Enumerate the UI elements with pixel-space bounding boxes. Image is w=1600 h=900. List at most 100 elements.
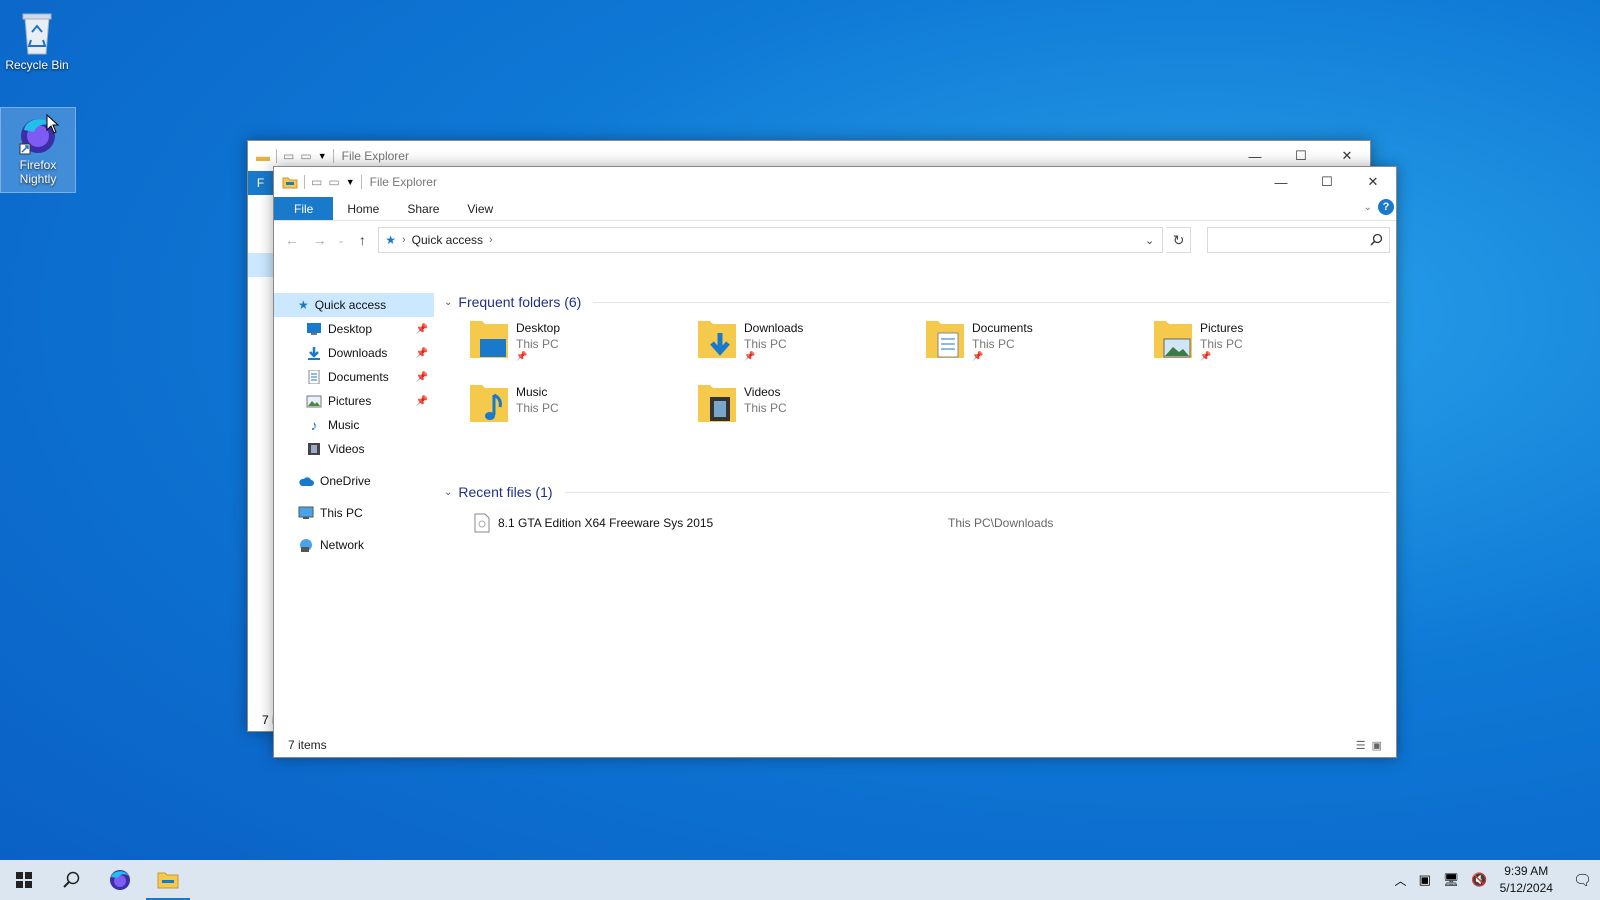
folder-tile-downloads[interactable]: Downloads This PC 📌 [696, 317, 924, 381]
folder-location: This PC [516, 401, 559, 415]
properties-icon[interactable]: ▭ [311, 175, 322, 189]
chevron-down-icon[interactable]: ⌄ [444, 297, 452, 308]
mouse-cursor-icon [46, 114, 60, 134]
minimize-button[interactable]: — [1258, 167, 1304, 197]
chevron-down-icon[interactable]: ▼ [318, 151, 327, 161]
nav-item-pictures[interactable]: Pictures 📌 [274, 389, 434, 413]
folder-name: Desktop [516, 321, 561, 335]
desktop-icon-firefox-nightly[interactable]: Firefox Nightly [0, 107, 76, 193]
frequent-folders-header[interactable]: ⌄ Frequent folders (6) [444, 291, 1396, 313]
new-folder-icon[interactable]: ▭ [300, 149, 311, 163]
nav-item-downloads[interactable]: Downloads 📌 [274, 341, 434, 365]
recent-locations-button[interactable]: ⌄ [336, 227, 347, 253]
clock[interactable]: 9:39 AM 5/12/2024 [1500, 863, 1553, 897]
status-bar: 7 items ☰ ▣ [274, 733, 1396, 757]
pin-icon: 📌 [744, 351, 756, 361]
firefox-nightly-label: Firefox Nightly [19, 158, 57, 186]
nav-item-videos[interactable]: Videos [274, 437, 434, 461]
folder-tile-desktop[interactable]: Desktop This PC 📌 [468, 317, 696, 381]
maximize-button[interactable]: ☐ [1304, 167, 1350, 197]
recent-file-path: This PC\Downloads [948, 516, 1054, 530]
folder-location: This PC [1200, 337, 1243, 351]
nav-item-onedrive[interactable]: OneDrive [274, 469, 434, 493]
recent-files-title: Recent files (1) [458, 484, 553, 500]
address-dropdown-icon[interactable]: ⌄ [1145, 234, 1154, 247]
close-button[interactable]: ✕ [1350, 167, 1396, 197]
nav-item-music[interactable]: ♪ Music [274, 413, 434, 437]
breadcrumb-separator-icon[interactable]: › [402, 234, 406, 246]
music-icon: ♪ [310, 417, 318, 433]
chevron-down-icon[interactable]: ⌄ [444, 487, 452, 498]
tab-file-back[interactable]: F [248, 171, 273, 195]
file-icon [474, 513, 490, 533]
folder-tile-pictures[interactable]: Pictures This PC 📌 [1152, 317, 1380, 381]
breadcrumb-quick-access[interactable]: Quick access [412, 233, 483, 247]
content-pane: ⌄ Frequent folders (6) Desktop This PC 📌 D… [434, 285, 1396, 733]
title-bar[interactable]: ▭ ▭ ▼ File Explorer — ☐ ✕ [274, 167, 1396, 197]
chevron-down-icon[interactable]: ▼ [346, 177, 355, 187]
nav-item-network[interactable]: Network [274, 533, 434, 557]
recent-files-header[interactable]: ⌄ Recent files (1) [444, 481, 1396, 503]
properties-icon[interactable]: ▭ [283, 149, 294, 163]
search-box[interactable] [1207, 227, 1390, 253]
file-explorer-icon [157, 872, 179, 889]
tab-file[interactable]: File [274, 197, 334, 220]
search-input[interactable] [1208, 228, 1379, 252]
meet-now-icon[interactable]: ▣ [1419, 872, 1431, 888]
forward-button[interactable]: → [308, 227, 332, 253]
help-icon[interactable]: ? [1378, 199, 1394, 215]
nav-item-label: Documents [328, 370, 389, 384]
address-bar[interactable]: ★ › Quick access › ⌄ [378, 227, 1164, 253]
nav-item-label: This PC [320, 506, 363, 520]
frequent-folders-grid: Desktop This PC 📌 Downloads This PC 📌 Docume… [444, 317, 1396, 445]
folder-name: Pictures [1200, 321, 1244, 335]
volume-muted-icon[interactable]: 🔇 [1471, 872, 1487, 888]
pin-icon: 📌 [1200, 351, 1212, 361]
recent-file-name: 8.1 GTA Edition X64 Freeware Sys 2015 [498, 516, 714, 530]
up-button[interactable]: ↑ [350, 227, 374, 253]
cloud-icon [299, 477, 314, 486]
tab-view[interactable]: View [453, 197, 507, 220]
details-view-icon[interactable]: ☰ [1356, 739, 1366, 752]
pictures-folder-icon [1154, 321, 1192, 358]
list-item[interactable]: 8.1 GTA Edition X64 Freeware Sys 2015 Th… [444, 511, 1396, 535]
new-folder-icon[interactable]: ▭ [328, 175, 339, 189]
chevron-up-icon[interactable]: ︿ [1395, 872, 1407, 889]
nav-item-documents[interactable]: Documents 📌 [274, 365, 434, 389]
start-button[interactable] [0, 860, 48, 900]
nav-item-desktop[interactable]: Desktop 📌 [274, 317, 434, 341]
ribbon: File Home Share View ⌄ ? [274, 197, 1396, 221]
folder-name: Downloads [744, 321, 804, 335]
pin-icon: 📌 [516, 351, 528, 361]
folder-tile-music[interactable]: Music This PC [468, 381, 696, 445]
quick-access-star-icon: ★ [385, 233, 396, 247]
large-icons-view-icon[interactable]: ▣ [1372, 739, 1382, 752]
folder-tile-documents[interactable]: Documents This PC 📌 [924, 317, 1152, 381]
firefox-nightly-icon [110, 870, 130, 890]
folder-name: Videos [744, 385, 781, 399]
refresh-button[interactable]: ↻ [1167, 227, 1192, 253]
pin-icon: 📌 [415, 323, 428, 335]
network-icon[interactable]: 🖥 [1443, 872, 1460, 888]
search-button[interactable] [48, 860, 96, 900]
taskbar-firefox-nightly[interactable] [96, 860, 144, 900]
notifications-icon[interactable]: 🗨 [1573, 871, 1592, 889]
nav-item-this-pc[interactable]: This PC [274, 501, 434, 525]
tab-share[interactable]: Share [393, 197, 453, 220]
back-button[interactable]: ← [280, 227, 304, 253]
file-explorer-window[interactable]: ▭ ▭ ▼ File Explorer — ☐ ✕ File Home Shar… [273, 166, 1397, 758]
folder-name: Documents [972, 321, 1033, 335]
videos-folder-icon [698, 385, 736, 422]
nav-quick-access[interactable]: ★ Quick access [274, 293, 434, 317]
downloads-icon [308, 347, 320, 360]
breadcrumb-chevron-icon[interactable]: › [489, 234, 493, 246]
nav-item-label: Desktop [328, 322, 373, 336]
expand-ribbon-icon[interactable]: ⌄ [1364, 202, 1372, 213]
recycle-bin-label: Recycle Bin [5, 58, 69, 72]
desktop-icon-recycle-bin[interactable]: Recycle Bin [0, 6, 74, 72]
tab-home[interactable]: Home [333, 197, 393, 220]
taskbar-file-explorer[interactable] [144, 860, 192, 900]
folder-tile-videos[interactable]: Videos This PC [696, 381, 924, 445]
computer-icon [298, 506, 314, 519]
music-folder-icon [470, 385, 508, 422]
